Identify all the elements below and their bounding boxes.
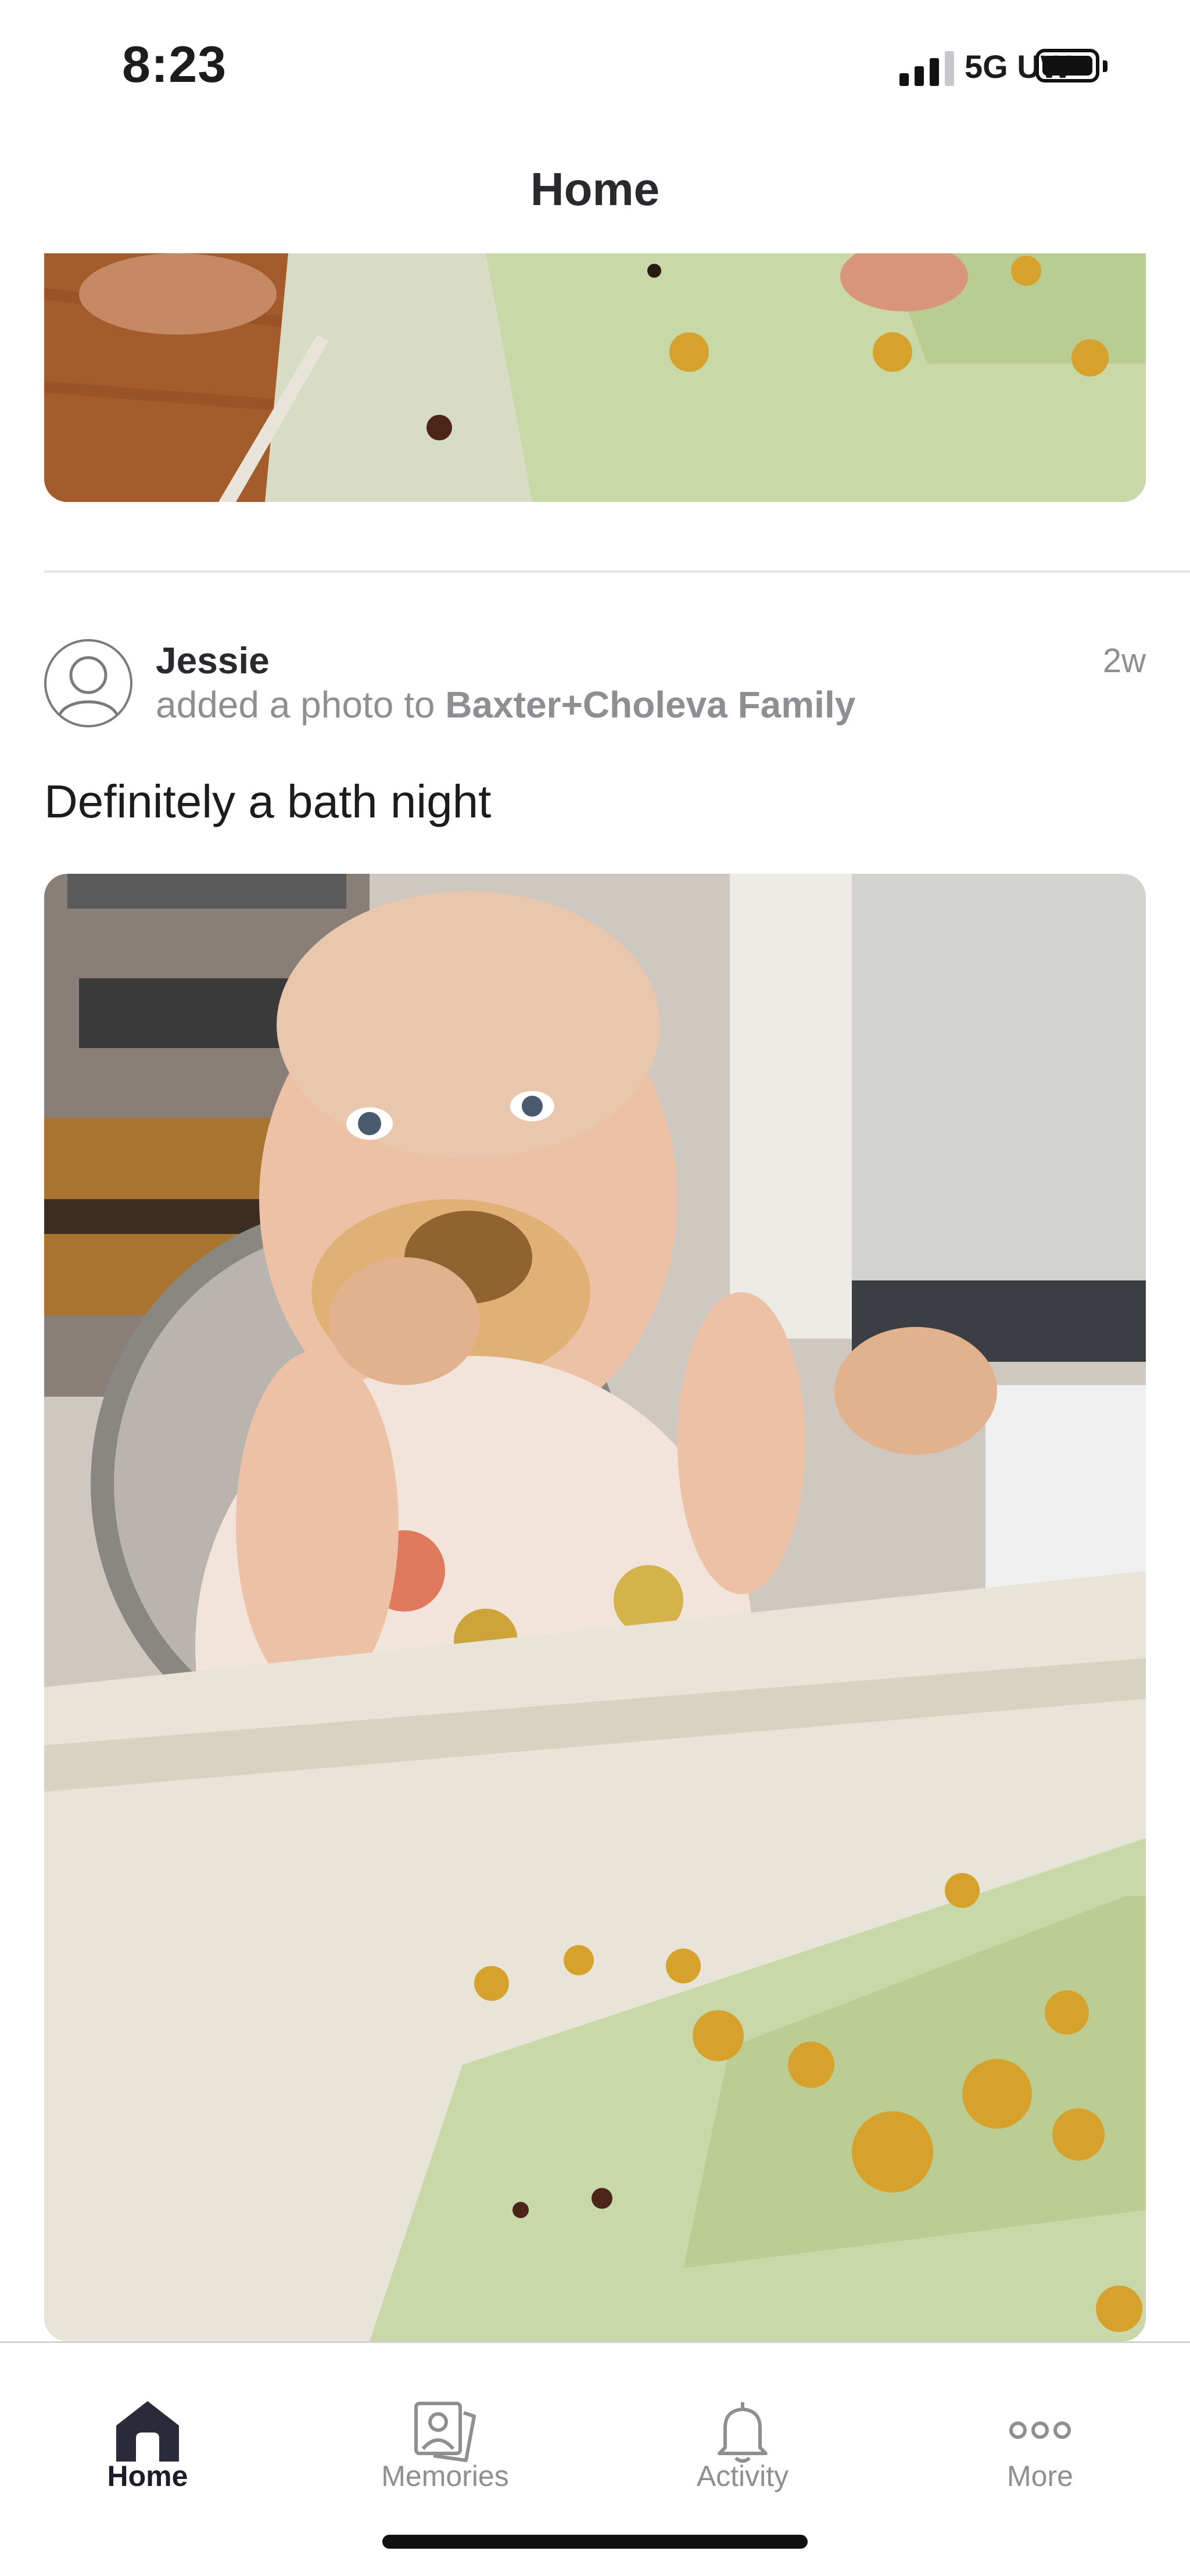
tab-home[interactable]: Home [31, 2343, 264, 2517]
battery-icon [1035, 49, 1099, 82]
high-chair-tray-image [44, 253, 1146, 502]
person-placeholder-icon [58, 656, 119, 717]
post-action-prefix: added a photo to [156, 684, 435, 726]
bell-icon [718, 2402, 768, 2463]
post-caption: Definitely a bath night [44, 776, 492, 827]
cellular-signal-icon [899, 51, 954, 86]
more-dots-icon [1009, 2421, 1071, 2439]
tab-home-label: Home [107, 2460, 188, 2492]
tab-more-label: More [1007, 2460, 1073, 2492]
post-photo[interactable] [44, 874, 1146, 2341]
post-time-ago: 2w [1102, 642, 1146, 680]
post-action: added a photo to Baxter+Choleva Family [156, 683, 855, 726]
post-divider [44, 571, 1190, 573]
post-group-link[interactable]: Baxter+Choleva Family [445, 684, 855, 726]
memories-icon [414, 2402, 476, 2462]
tab-memories-label: Memories [381, 2460, 509, 2492]
tab-activity[interactable]: Activity [626, 2343, 859, 2517]
previous-post-photo[interactable] [44, 253, 1146, 502]
author-avatar[interactable] [44, 639, 132, 727]
status-bar: 8:23 5G UW [0, 0, 1190, 128]
post-author[interactable]: Jessie [156, 639, 270, 682]
tab-more[interactable]: More [924, 2343, 1156, 2517]
baby-eating-photo [44, 874, 1146, 2341]
status-time: 8:23 [122, 35, 227, 93]
tab-memories[interactable]: Memories [329, 2343, 561, 2517]
tab-activity-label: Activity [696, 2460, 789, 2492]
page-title: Home [530, 163, 660, 215]
battery-tip [1103, 60, 1107, 72]
home-indicator[interactable] [382, 2535, 808, 2549]
home-icon [116, 2401, 179, 2462]
